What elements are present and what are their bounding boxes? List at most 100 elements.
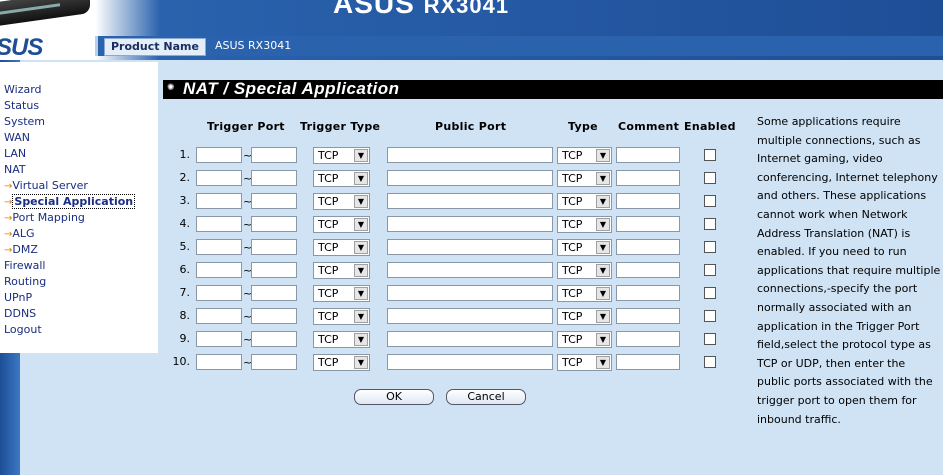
sidebar-item-dmz[interactable]: →DMZ bbox=[4, 242, 38, 258]
enabled-checkbox[interactable] bbox=[704, 264, 716, 276]
trigger-port-start-input[interactable] bbox=[196, 147, 242, 163]
chevron-down-icon[interactable]: ▼ bbox=[596, 195, 610, 208]
enabled-checkbox[interactable] bbox=[704, 218, 716, 230]
cancel-button[interactable]: Cancel bbox=[446, 389, 526, 405]
chevron-down-icon[interactable]: ▼ bbox=[354, 172, 368, 185]
comment-input[interactable] bbox=[616, 354, 680, 370]
public-port-input[interactable] bbox=[387, 331, 553, 347]
trigger-type-select[interactable]: TCP ▼ bbox=[313, 147, 370, 164]
comment-input[interactable] bbox=[616, 331, 680, 347]
sidebar-item-firewall[interactable]: Firewall bbox=[4, 258, 45, 274]
public-port-input[interactable] bbox=[387, 193, 553, 209]
trigger-port-start-input[interactable] bbox=[196, 170, 242, 186]
trigger-type-select[interactable]: TCP ▼ bbox=[313, 216, 370, 233]
trigger-port-start-input[interactable] bbox=[196, 239, 242, 255]
comment-input[interactable] bbox=[616, 170, 680, 186]
trigger-port-end-input[interactable] bbox=[251, 308, 297, 324]
type-select[interactable]: TCP ▼ bbox=[557, 147, 612, 164]
chevron-down-icon[interactable]: ▼ bbox=[354, 333, 368, 346]
sidebar-item-logout[interactable]: Logout bbox=[4, 322, 42, 338]
trigger-port-start-input[interactable] bbox=[196, 308, 242, 324]
trigger-port-end-input[interactable] bbox=[251, 354, 297, 370]
trigger-port-start-input[interactable] bbox=[196, 331, 242, 347]
type-select[interactable]: TCP ▼ bbox=[557, 331, 612, 348]
sidebar-item-lan[interactable]: LAN bbox=[4, 146, 26, 162]
trigger-port-end-input[interactable] bbox=[251, 170, 297, 186]
chevron-down-icon[interactable]: ▼ bbox=[596, 333, 610, 346]
chevron-down-icon[interactable]: ▼ bbox=[354, 241, 368, 254]
sidebar-item-alg[interactable]: →ALG bbox=[4, 226, 35, 242]
type-select[interactable]: TCP ▼ bbox=[557, 216, 612, 233]
enabled-checkbox[interactable] bbox=[704, 287, 716, 299]
enabled-checkbox[interactable] bbox=[704, 310, 716, 322]
public-port-input[interactable] bbox=[387, 147, 553, 163]
chevron-down-icon[interactable]: ▼ bbox=[596, 149, 610, 162]
trigger-port-end-input[interactable] bbox=[251, 216, 297, 232]
comment-input[interactable] bbox=[616, 285, 680, 301]
type-select[interactable]: TCP ▼ bbox=[557, 193, 612, 210]
enabled-checkbox[interactable] bbox=[704, 241, 716, 253]
sidebar-item-status[interactable]: Status bbox=[4, 98, 39, 114]
sidebar-item-routing[interactable]: Routing bbox=[4, 274, 46, 290]
sidebar-item-system[interactable]: System bbox=[4, 114, 45, 130]
chevron-down-icon[interactable]: ▼ bbox=[596, 356, 610, 369]
sidebar-item-ddns[interactable]: DDNS bbox=[4, 306, 36, 322]
trigger-type-select[interactable]: TCP ▼ bbox=[313, 262, 370, 279]
trigger-type-select[interactable]: TCP ▼ bbox=[313, 239, 370, 256]
public-port-input[interactable] bbox=[387, 354, 553, 370]
comment-input[interactable] bbox=[616, 147, 680, 163]
chevron-down-icon[interactable]: ▼ bbox=[354, 356, 368, 369]
public-port-input[interactable] bbox=[387, 262, 553, 278]
chevron-down-icon[interactable]: ▼ bbox=[596, 287, 610, 300]
chevron-down-icon[interactable]: ▼ bbox=[596, 310, 610, 323]
chevron-down-icon[interactable]: ▼ bbox=[354, 195, 368, 208]
ok-button[interactable]: OK bbox=[354, 389, 434, 405]
trigger-port-end-input[interactable] bbox=[251, 262, 297, 278]
sidebar-item-virtual-server[interactable]: →Virtual Server bbox=[4, 178, 88, 194]
public-port-input[interactable] bbox=[387, 308, 553, 324]
sidebar-item-wizard[interactable]: Wizard bbox=[4, 82, 42, 98]
comment-input[interactable] bbox=[616, 193, 680, 209]
type-select[interactable]: TCP ▼ bbox=[557, 285, 612, 302]
trigger-type-select[interactable]: TCP ▼ bbox=[313, 170, 370, 187]
chevron-down-icon[interactable]: ▼ bbox=[596, 218, 610, 231]
comment-input[interactable] bbox=[616, 239, 680, 255]
trigger-port-start-input[interactable] bbox=[196, 354, 242, 370]
chevron-down-icon[interactable]: ▼ bbox=[596, 241, 610, 254]
trigger-port-end-input[interactable] bbox=[251, 147, 297, 163]
chevron-down-icon[interactable]: ▼ bbox=[354, 218, 368, 231]
sidebar-item-special-application[interactable]: → Special Application bbox=[4, 194, 136, 210]
trigger-type-select[interactable]: TCP ▼ bbox=[313, 331, 370, 348]
enabled-checkbox[interactable] bbox=[704, 172, 716, 184]
chevron-down-icon[interactable]: ▼ bbox=[596, 172, 610, 185]
trigger-type-select[interactable]: TCP ▼ bbox=[313, 193, 370, 210]
enabled-checkbox[interactable] bbox=[704, 149, 716, 161]
type-select[interactable]: TCP ▼ bbox=[557, 354, 612, 371]
enabled-checkbox[interactable] bbox=[704, 195, 716, 207]
public-port-input[interactable] bbox=[387, 170, 553, 186]
public-port-input[interactable] bbox=[387, 216, 553, 232]
sidebar-item-port-mapping[interactable]: →Port Mapping bbox=[4, 210, 85, 226]
trigger-port-start-input[interactable] bbox=[196, 193, 242, 209]
public-port-input[interactable] bbox=[387, 285, 553, 301]
trigger-port-start-input[interactable] bbox=[196, 262, 242, 278]
chevron-down-icon[interactable]: ▼ bbox=[596, 264, 610, 277]
comment-input[interactable] bbox=[616, 262, 680, 278]
enabled-checkbox[interactable] bbox=[704, 356, 716, 368]
trigger-port-start-input[interactable] bbox=[196, 285, 242, 301]
type-select[interactable]: TCP ▼ bbox=[557, 262, 612, 279]
trigger-type-select[interactable]: TCP ▼ bbox=[313, 285, 370, 302]
sidebar-item-wan[interactable]: WAN bbox=[4, 130, 30, 146]
public-port-input[interactable] bbox=[387, 239, 553, 255]
chevron-down-icon[interactable]: ▼ bbox=[354, 310, 368, 323]
trigger-port-end-input[interactable] bbox=[251, 193, 297, 209]
chevron-down-icon[interactable]: ▼ bbox=[354, 264, 368, 277]
chevron-down-icon[interactable]: ▼ bbox=[354, 149, 368, 162]
comment-input[interactable] bbox=[616, 308, 680, 324]
chevron-down-icon[interactable]: ▼ bbox=[354, 287, 368, 300]
trigger-port-end-input[interactable] bbox=[251, 239, 297, 255]
sidebar-item-upnp[interactable]: UPnP bbox=[4, 290, 32, 306]
type-select[interactable]: TCP ▼ bbox=[557, 170, 612, 187]
comment-input[interactable] bbox=[616, 216, 680, 232]
trigger-port-start-input[interactable] bbox=[196, 216, 242, 232]
